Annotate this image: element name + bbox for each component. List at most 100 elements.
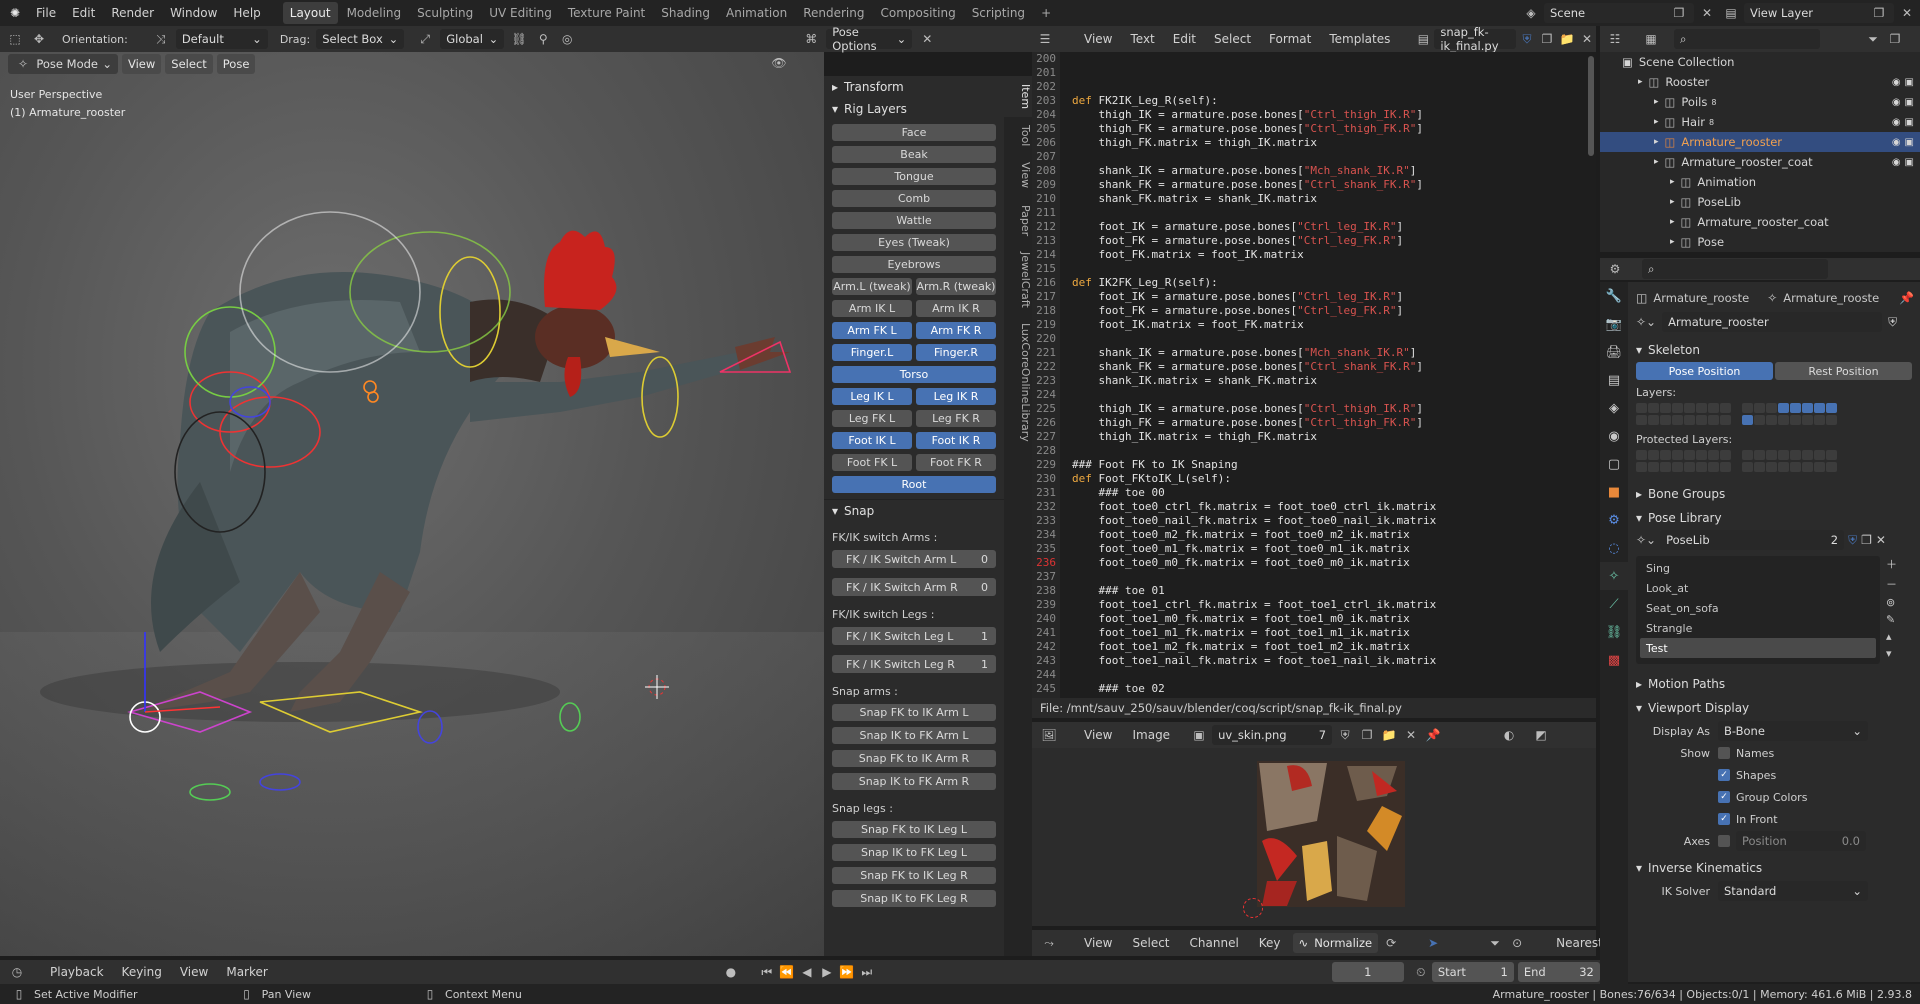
code-line[interactable]: 223 shank_IK.matrix = shank_FK.matrix (1032, 374, 1588, 388)
outliner-row[interactable]: ▸ ◫ PoseLib (1600, 192, 1920, 212)
menu-image[interactable]: Image (1124, 728, 1178, 742)
pose-xray-icon[interactable]: ⌘ (802, 30, 820, 48)
blender-logo-icon[interactable]: ✺ (6, 4, 24, 22)
code-line[interactable]: 210 shank_FK.matrix = shank_IK.matrix (1032, 192, 1588, 206)
rig-layer-torso-button[interactable]: Torso (832, 366, 996, 383)
rig-layer-finger-r-button[interactable]: Finger.R (916, 344, 996, 361)
transform-section[interactable]: ▸ Transform (824, 76, 1004, 98)
camera-icon[interactable]: ▣ (1905, 77, 1914, 88)
code-line[interactable]: 207 (1032, 150, 1588, 164)
image-editor-type-icon[interactable]: 🖼 (1040, 726, 1058, 744)
timeline-type-icon[interactable]: ◷ (8, 963, 26, 981)
drag-dropdown[interactable]: Select Box ⌄ (316, 29, 405, 49)
protected-layers-grid[interactable] (1628, 450, 1920, 474)
rig-layer-tongue-button[interactable]: Tongue (832, 168, 996, 185)
rig-layer-eyes-tweak-button[interactable]: Eyes (Tweak) (832, 234, 996, 251)
transform-tool-icon[interactable]: ✥ (30, 30, 48, 48)
new-collection-icon[interactable]: ❐ (1886, 30, 1904, 48)
layer-toggle[interactable] (1684, 415, 1695, 425)
layer-toggle[interactable] (1648, 462, 1659, 472)
menu-render[interactable]: Render (103, 6, 162, 20)
code-line[interactable]: 202 (1032, 80, 1588, 94)
eye-icon[interactable]: ◉ (1892, 117, 1901, 128)
layer-toggle[interactable] (1766, 462, 1777, 472)
scene-collection-row[interactable]: ▣ Scene Collection (1600, 52, 1920, 72)
rig-layer-arm-ik-l-button[interactable]: Arm IK L (832, 300, 912, 317)
outliner-row[interactable]: ▸ ◫ Armature_rooster_coat (1600, 212, 1920, 232)
expand-arrow-icon[interactable]: ▸ (1654, 117, 1659, 127)
bone-constraint-tab-icon[interactable]: ⛓ (1600, 618, 1628, 646)
code-line[interactable]: 212 foot_IK = armature.pose.bones["Ctrl_… (1032, 220, 1588, 234)
tab-item[interactable]: Item (1004, 76, 1032, 118)
tab-compositing[interactable]: Compositing (873, 2, 962, 24)
close-icon[interactable]: ✕ (1402, 726, 1420, 744)
layer-toggle[interactable] (1754, 450, 1765, 460)
layer-toggle[interactable] (1814, 450, 1825, 460)
code-line[interactable]: 209 shank_FK = armature.pose.bones["Ctrl… (1032, 178, 1588, 192)
move-up-icon[interactable]: ▴ (1886, 630, 1897, 643)
outliner-row[interactable]: ▸ ◫ Pose (1600, 232, 1920, 252)
layer-toggle[interactable] (1802, 462, 1813, 472)
menu-channel[interactable]: Channel (1182, 936, 1247, 950)
pose-list-item[interactable]: Seat_on_sofa (1640, 598, 1876, 618)
axes-checkbox[interactable] (1718, 835, 1730, 847)
viewport-display-panel[interactable]: ▾ Viewport Display (1628, 696, 1920, 720)
layer-toggle[interactable] (1778, 450, 1789, 460)
layer-toggle[interactable] (1778, 415, 1789, 425)
properties-type-icon[interactable]: ⚙ (1606, 260, 1624, 278)
play-reverse-icon[interactable]: ◀ (798, 963, 816, 981)
rig-layer-finger-l-button[interactable]: Finger.L (832, 344, 912, 361)
tab-rendering[interactable]: Rendering (796, 2, 871, 24)
code-line[interactable]: 215 (1032, 262, 1588, 276)
motion-paths-panel[interactable]: ▸ Motion Paths (1628, 672, 1920, 696)
inverse-kinematics-panel[interactable]: ▾ Inverse Kinematics (1628, 856, 1920, 880)
menu-marker[interactable]: Marker (218, 965, 275, 979)
tab-shading[interactable]: Shading (654, 2, 717, 24)
layer-toggle[interactable] (1696, 403, 1707, 413)
camera-icon[interactable]: ▣ (1905, 117, 1914, 128)
snap-ik-to-fk-leg-r-button[interactable]: Snap IK to FK Leg R (832, 890, 996, 907)
menu-select[interactable]: Select (1124, 936, 1177, 950)
layer-toggle[interactable] (1684, 403, 1695, 413)
pose-list-item[interactable]: Sing (1640, 558, 1876, 578)
tool-tab-icon[interactable]: 🔧 (1600, 282, 1628, 310)
rig-layer-arm-ik-r-button[interactable]: Arm IK R (916, 300, 996, 317)
layer-toggle[interactable] (1802, 415, 1813, 425)
menu-key[interactable]: Key (1251, 936, 1289, 950)
next-keyframe-icon[interactable]: ⏩ (838, 963, 856, 981)
outliner-row[interactable]: ▸ ◫ Armature_rooster_coat ◉ ▣ (1600, 152, 1920, 172)
snap-section[interactable]: ▾ Snap (824, 499, 1004, 521)
properties-search-input[interactable]: ⌕ (1642, 259, 1828, 279)
tab-layout[interactable]: Layout (282, 2, 338, 24)
camera-icon[interactable]: ▣ (1905, 157, 1914, 168)
rig-layer-foot-fk-r-button[interactable]: Foot FK R (916, 454, 996, 471)
physics-tab-icon[interactable]: ◌ (1600, 534, 1628, 562)
layer-toggle[interactable] (1648, 450, 1659, 460)
poselib-name-field[interactable]: PoseLib 2 (1660, 530, 1845, 550)
eye-icon[interactable]: ◉ (1892, 137, 1901, 148)
snap-ik-to-fk-leg-l-button[interactable]: Snap IK to FK Leg L (832, 844, 996, 861)
code-line[interactable]: 235 foot_toe0_m1_fk.matrix = foot_toe0_m… (1032, 542, 1588, 556)
fake-user-shield-icon[interactable]: ⛨ (1336, 726, 1354, 744)
layer-toggle[interactable] (1696, 415, 1707, 425)
rig-layer-leg-ik-l-button[interactable]: Leg IK L (832, 388, 912, 405)
layer-toggle[interactable] (1672, 403, 1683, 413)
layer-toggle[interactable] (1766, 415, 1777, 425)
text-scrollbar[interactable] (1588, 56, 1594, 156)
switch-leg-r-field[interactable]: FK / IK Switch Leg R 1 (832, 655, 996, 673)
snap-ik-to-fk-arm-l-button[interactable]: Snap IK to FK Arm L (832, 727, 996, 744)
proportional-edit-icon[interactable]: ◎ (558, 30, 576, 48)
code-line[interactable]: 241 foot_toe1_m1_fk.matrix = foot_toe1_m… (1032, 626, 1588, 640)
menu-templates[interactable]: Templates (1321, 32, 1398, 46)
preview-range-icon[interactable]: ⏲ (1412, 963, 1430, 981)
refresh-icon[interactable]: ⟳ (1382, 934, 1400, 952)
rig-layer-eyebrows-button[interactable]: Eyebrows (832, 256, 996, 273)
scene-icon[interactable]: ◈ (1522, 4, 1540, 22)
tab-view[interactable]: View (1004, 154, 1032, 196)
switch-arm-l-field[interactable]: FK / IK Switch Arm L 0 (832, 550, 996, 568)
layer-toggle[interactable] (1684, 462, 1695, 472)
tab-sculpting[interactable]: Sculpting (410, 2, 480, 24)
action-icon[interactable]: ✧⌄ (1636, 533, 1656, 547)
eye-icon[interactable]: ◉ (1892, 77, 1901, 88)
layer-toggle[interactable] (1672, 462, 1683, 472)
